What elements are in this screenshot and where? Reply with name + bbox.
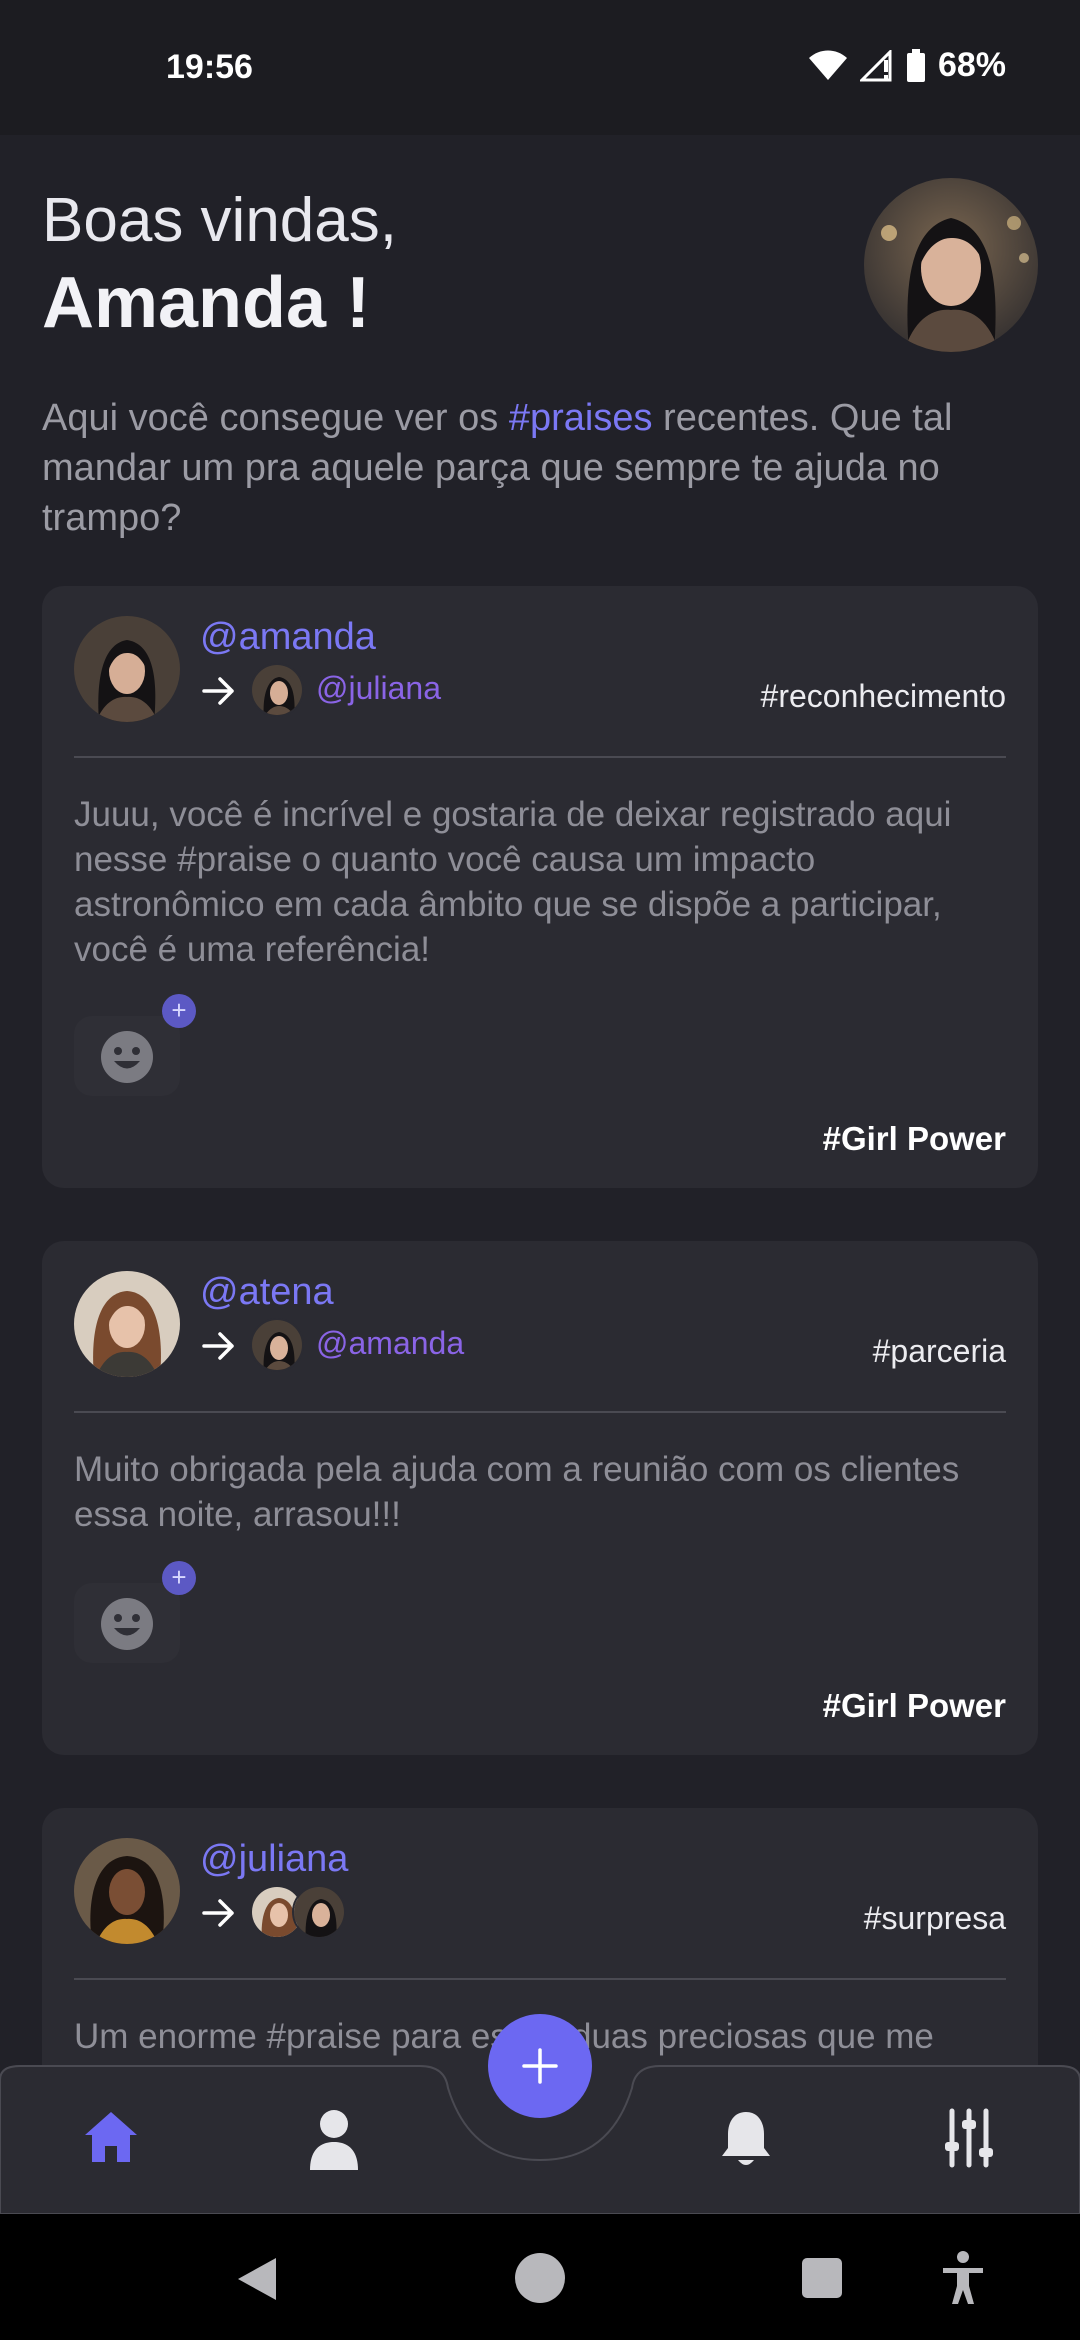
- post-category[interactable]: #reconhecimento: [761, 678, 1006, 715]
- profile-icon: [310, 2110, 358, 2170]
- post-category[interactable]: #surpresa: [864, 1900, 1006, 1937]
- author-avatar[interactable]: [74, 1271, 180, 1377]
- accessibility-icon[interactable]: [940, 2250, 986, 2306]
- status-bar: 19:56 68%: [0, 0, 1080, 135]
- post-message: Muito obrigada pela ajuda com a reunião …: [74, 1450, 960, 1534]
- card-divider: [74, 1411, 1006, 1413]
- post-tag[interactable]: #Girl Power: [823, 1687, 1006, 1725]
- post-author[interactable]: @juliana: [200, 1838, 348, 1881]
- home-circle-icon[interactable]: [514, 2252, 566, 2304]
- author-avatar[interactable]: [74, 1838, 180, 1944]
- status-icons: 68%: [808, 46, 1006, 85]
- author-avatar[interactable]: [74, 616, 180, 722]
- intro-before: Aqui você consegue ver os: [42, 397, 509, 439]
- signal-icon: [859, 49, 892, 81]
- post-recipient[interactable]: @amanda: [316, 1325, 464, 1362]
- recipient-avatar[interactable]: [250, 1318, 304, 1372]
- post-recipient[interactable]: @juliana: [316, 670, 441, 707]
- reaction-button[interactable]: +: [74, 994, 196, 1096]
- recipient-avatar[interactable]: [292, 1885, 346, 1939]
- intro-praises-tag[interactable]: #praises: [509, 397, 653, 439]
- welcome-header: Boas vindas, Amanda !: [42, 185, 397, 344]
- user-name: Amanda !: [42, 263, 371, 343]
- recents-icon[interactable]: [800, 2256, 844, 2300]
- nav-profile[interactable]: [308, 2108, 360, 2175]
- add-praise-button[interactable]: [488, 2014, 592, 2118]
- post-tag[interactable]: #Girl Power: [823, 1120, 1006, 1158]
- post-category[interactable]: #parceria: [873, 1333, 1006, 1370]
- battery-icon: [906, 48, 925, 82]
- post-message: Juuu, você é incrível e gostaria de deix…: [74, 795, 952, 969]
- settings-sliders-icon: [945, 2108, 993, 2168]
- plus-icon: [522, 2048, 558, 2084]
- reaction-button[interactable]: +: [74, 1561, 196, 1663]
- system-nav-bar: [0, 2214, 1080, 2340]
- nav-notifications[interactable]: [718, 2108, 774, 2175]
- post-author[interactable]: @amanda: [200, 616, 376, 659]
- arrow-right-icon: [202, 677, 234, 705]
- recipient-avatar[interactable]: [250, 663, 304, 717]
- card-divider: [74, 1978, 1006, 1980]
- arrow-right-icon: [202, 1332, 234, 1360]
- arrow-right-icon: [202, 1899, 234, 1927]
- nav-settings[interactable]: [944, 2108, 994, 2173]
- nav-home[interactable]: [82, 2108, 140, 2171]
- card-divider: [74, 756, 1006, 758]
- status-time: 19:56: [166, 48, 253, 86]
- intro-text: Aqui você consegue ver os #praises recen…: [42, 393, 1042, 543]
- add-reaction-button[interactable]: +: [162, 1561, 196, 1595]
- wifi-icon: [808, 50, 847, 80]
- back-icon[interactable]: [232, 2254, 280, 2304]
- praise-card[interactable]: @atena @amanda #parceria Muito obrigada …: [42, 1241, 1038, 1755]
- profile-avatar[interactable]: [864, 178, 1038, 352]
- post-author[interactable]: @atena: [200, 1271, 334, 1314]
- battery-percent: 68%: [937, 46, 1006, 84]
- home-icon: [85, 2112, 137, 2162]
- smiley-icon: [101, 1598, 153, 1650]
- bell-icon: [722, 2112, 770, 2165]
- praise-card[interactable]: @amanda @juliana #reconhecimento Juuu, v…: [42, 586, 1038, 1188]
- greeting: Boas vindas,: [42, 186, 397, 255]
- add-reaction-button[interactable]: +: [162, 994, 196, 1028]
- smiley-icon: [101, 1031, 153, 1083]
